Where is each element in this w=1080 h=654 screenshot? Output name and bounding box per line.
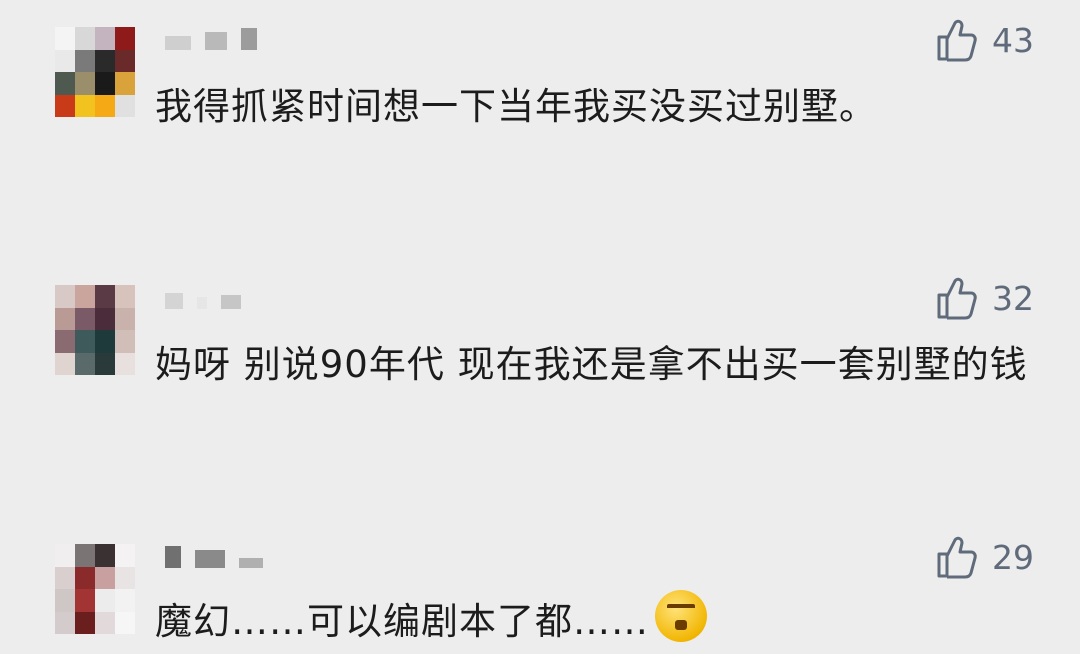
- avatar-pixel: [115, 94, 135, 117]
- thumbs-up-icon: [937, 536, 977, 579]
- avatar-pixel: [115, 330, 135, 353]
- username-pixel: [239, 558, 263, 568]
- username-pixel: [165, 293, 183, 309]
- username-pixel: [165, 546, 181, 568]
- avatar-pixel: [115, 307, 135, 330]
- comment-text-body: 魔幻……可以编剧本了都……: [155, 600, 649, 643]
- avatar-pixel: [55, 49, 75, 72]
- avatar-pixel: [95, 27, 115, 50]
- avatar-pixel: [75, 330, 95, 353]
- avatar-pixel: [55, 544, 75, 567]
- avatar-pixel: [95, 544, 115, 567]
- avatar-pixel: [115, 49, 135, 72]
- avatar[interactable]: [55, 544, 135, 634]
- comment-text: 妈呀 别说90年代 现在我还是拿不出买一套别墅的钱: [155, 343, 1028, 386]
- username[interactable]: [165, 546, 277, 568]
- avatar-pixel: [95, 307, 115, 330]
- avatar-pixel: [115, 72, 135, 95]
- avatar-pixel: [95, 352, 115, 375]
- avatar-pixel: [75, 72, 95, 95]
- avatar-pixel: [95, 566, 115, 589]
- like-count: 29: [992, 537, 1034, 577]
- avatar-pixel: [75, 94, 95, 117]
- like-count: 43: [992, 20, 1034, 60]
- avatar-pixel: [55, 330, 75, 353]
- username-pixel: [165, 36, 191, 50]
- avatar-pixel: [75, 352, 95, 375]
- avatar-pixel: [75, 285, 95, 308]
- avatar[interactable]: [55, 27, 135, 117]
- avatar-pixel: [75, 544, 95, 567]
- username-pixel: [241, 28, 257, 50]
- like-button[interactable]: 29: [936, 535, 1034, 579]
- avatar-pixel: [115, 285, 135, 308]
- username-pixel: [205, 32, 227, 50]
- avatar-pixel: [115, 589, 135, 612]
- avatar-pixel: [95, 285, 115, 308]
- avatar-pixel: [75, 307, 95, 330]
- avatar-pixel: [55, 285, 75, 308]
- avatar-pixel: [75, 611, 95, 634]
- avatar-pixel: [95, 72, 115, 95]
- avatar-pixel: [75, 566, 95, 589]
- avatar-pixel: [115, 611, 135, 634]
- avatar-pixel: [95, 49, 115, 72]
- username-pixel: [195, 550, 225, 568]
- smirk-emoji-icon: [655, 590, 707, 642]
- avatar-pixel: [95, 94, 115, 117]
- thumbs-up-icon: [937, 19, 977, 62]
- avatar-pixel: [75, 589, 95, 612]
- like-button[interactable]: 32: [936, 276, 1034, 320]
- username[interactable]: [165, 287, 255, 309]
- avatar-pixel: [55, 72, 75, 95]
- avatar-pixel: [55, 307, 75, 330]
- avatar-pixel: [115, 566, 135, 589]
- avatar-pixel: [55, 566, 75, 589]
- avatar-pixel: [115, 544, 135, 567]
- avatar-pixel: [95, 611, 115, 634]
- avatar-pixel: [55, 94, 75, 117]
- avatar-pixel: [55, 611, 75, 634]
- thumbs-up-icon: [937, 277, 977, 320]
- avatar-pixel: [115, 27, 135, 50]
- comment-text: 魔幻……可以编剧本了都……: [155, 590, 1055, 654]
- like-count: 32: [992, 278, 1034, 318]
- comment-text: 我得抓紧时间想一下当年我买没买过别墅。: [155, 85, 877, 128]
- avatar-pixel: [75, 49, 95, 72]
- avatar-pixel: [55, 352, 75, 375]
- like-button[interactable]: 43: [936, 18, 1034, 62]
- avatar-pixel: [55, 589, 75, 612]
- avatar-pixel: [95, 330, 115, 353]
- avatar-pixel: [95, 589, 115, 612]
- username-pixel: [221, 295, 241, 309]
- avatar-pixel: [115, 352, 135, 375]
- avatar-pixel: [55, 27, 75, 50]
- avatar-pixel: [75, 27, 95, 50]
- username-pixel: [197, 297, 207, 309]
- username[interactable]: [165, 28, 271, 50]
- avatar[interactable]: [55, 285, 135, 375]
